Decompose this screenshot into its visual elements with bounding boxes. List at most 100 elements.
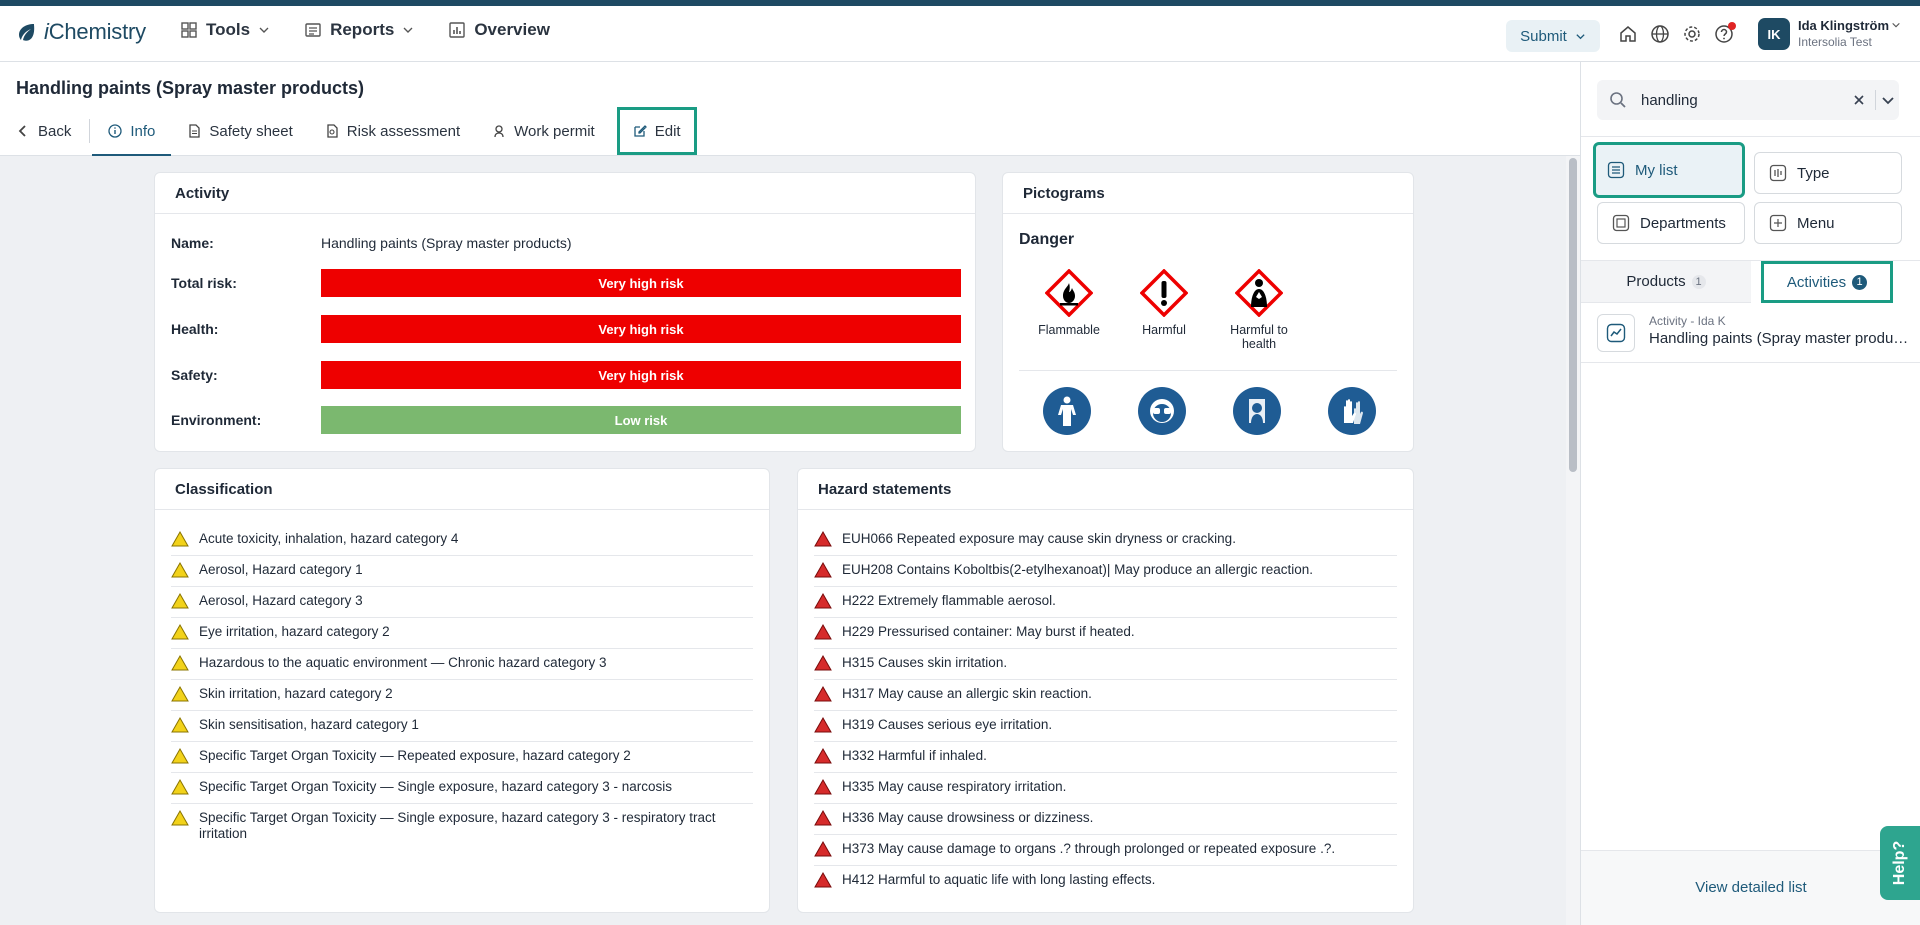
globe-icon[interactable]	[1650, 24, 1670, 44]
sidebar-tabs: Products 1 Activities 1	[1581, 261, 1920, 303]
result-meta: Activity - Ida K	[1649, 314, 1726, 328]
gear-icon[interactable]	[1682, 24, 1702, 44]
list-item-text: Eye irritation, hazard category 2	[199, 624, 390, 639]
nav-overview[interactable]: Overview	[448, 20, 550, 40]
row-label: Total risk:	[171, 275, 237, 291]
worker-icon	[494, 125, 504, 138]
chevron-down-icon[interactable]	[1881, 93, 1895, 107]
chevron-down-icon	[403, 27, 413, 33]
user-name[interactable]: Ida Klingström	[1798, 18, 1889, 33]
harmful-icon	[1140, 269, 1188, 317]
warning-yellow-icon	[171, 748, 189, 764]
info-icon	[108, 124, 123, 138]
list-item: H229 Pressurised container: May burst if…	[814, 618, 1397, 649]
pictograms-card-title: Pictograms	[1023, 185, 1105, 202]
report-icon	[305, 23, 321, 37]
chart-icon	[449, 22, 466, 38]
document-search-icon	[327, 124, 338, 138]
nav-tools-label: Tools	[206, 20, 251, 39]
search-input[interactable]	[1641, 90, 1841, 110]
help-icon[interactable]	[1714, 22, 1736, 44]
ghs-label: Harmful	[1142, 323, 1186, 337]
list-item-text: Skin irritation, hazard category 2	[199, 686, 393, 701]
list-item-text: EUH066 Repeated exposure may cause skin …	[842, 531, 1236, 546]
main-scrollbar-thumb[interactable]	[1569, 158, 1577, 472]
avatar[interactable]: IK	[1758, 18, 1790, 50]
list-item: Acute toxicity, inhalation, hazard categ…	[171, 525, 753, 556]
my-list-label: My list	[1635, 161, 1678, 179]
ghs-harmful: Harmful	[1119, 269, 1209, 337]
nav-reports[interactable]: Reports	[304, 20, 414, 40]
ghs-health-hazard: Harmful to health	[1214, 269, 1304, 351]
page-title: Handling paints (Spray master products)	[16, 78, 365, 98]
help-label: Help?	[1891, 840, 1909, 886]
safety-risk-row: Safety: Very high risk	[171, 361, 961, 389]
signal-word: Danger	[1019, 231, 1075, 248]
tab-work-permit-label: Work permit	[514, 122, 595, 140]
classification-card-title: Classification	[175, 481, 273, 498]
card-divider	[155, 213, 975, 214]
pictograms-card: Pictograms Danger Flammable Harmful Harm…	[1002, 172, 1414, 452]
list-item: H373 May cause damage to organs .? throu…	[814, 835, 1397, 866]
warning-yellow-icon	[171, 562, 189, 578]
help-button[interactable]: Help?	[1880, 826, 1920, 900]
grid-icon	[181, 22, 197, 38]
chevron-down-icon	[1576, 33, 1585, 39]
search-box	[1597, 80, 1899, 120]
safety-risk-bar: Very high risk	[321, 361, 961, 389]
departments-filter-label: Departments	[1640, 214, 1726, 232]
warning-red-icon	[814, 748, 832, 764]
edit-label: Edit	[654, 122, 681, 140]
type-filter-button[interactable]: Type	[1754, 152, 1902, 194]
submit-button[interactable]: Submit	[1506, 20, 1600, 52]
hazard-statements-list: EUH066 Repeated exposure may cause skin …	[814, 525, 1397, 897]
list-item-text: H315 Causes skin irritation.	[842, 655, 1008, 670]
list-item-text: Aerosol, Hazard category 3	[199, 593, 363, 608]
pictogram-divider	[1019, 370, 1397, 371]
tab-work-permit[interactable]: Work permit	[476, 106, 611, 156]
tab-activities-label: Activities	[1786, 273, 1847, 291]
goggles-icon	[1150, 399, 1174, 423]
view-detailed-list-link[interactable]: View detailed list	[1581, 879, 1920, 896]
logo-leaf-icon	[19, 24, 35, 41]
total-risk-bar: Very high risk	[321, 269, 961, 297]
sidebar-footer: View detailed list	[1581, 850, 1920, 925]
document-icon	[189, 124, 201, 138]
tab-safety-sheet[interactable]: Safety sheet	[171, 106, 308, 156]
environment-risk-bar: Low risk	[321, 406, 961, 434]
home-icon[interactable]	[1618, 24, 1638, 44]
app-logo[interactable]: iChemistry	[14, 19, 146, 45]
edit-button[interactable]: Edit	[616, 107, 697, 155]
close-icon[interactable]	[1851, 92, 1867, 108]
warning-yellow-icon	[171, 779, 189, 795]
departments-filter-button[interactable]: Departments	[1597, 202, 1745, 244]
chevron-down-icon[interactable]	[1891, 20, 1901, 30]
menu-filter-button[interactable]: Menu	[1754, 202, 1902, 244]
back-label: Back	[38, 122, 72, 140]
list-item-text: H336 May cause drowsiness or dizziness.	[842, 810, 1094, 825]
warning-yellow-icon	[171, 686, 189, 702]
list-item: H315 Causes skin irritation.	[814, 649, 1397, 680]
nav-tools[interactable]: Tools	[180, 20, 270, 40]
main-nav: Tools Reports Overview	[180, 20, 550, 40]
activity-name-value: Handling paints (Spray master products)	[321, 235, 572, 251]
list-item: Skin irritation, hazard category 2	[171, 680, 753, 711]
tab-info[interactable]: Info	[92, 106, 172, 156]
list-item: EUH066 Repeated exposure may cause skin …	[814, 525, 1397, 556]
sidebar-divider	[1581, 136, 1920, 137]
warning-red-icon	[814, 841, 832, 857]
tab-products[interactable]: Products 1	[1581, 261, 1751, 303]
row-label: Environment:	[171, 412, 262, 428]
gloves-icon	[1344, 399, 1363, 424]
warning-red-icon	[814, 593, 832, 609]
list-item-text: Aerosol, Hazard category 1	[199, 562, 363, 577]
tab-risk-assessment[interactable]: Risk assessment	[309, 106, 476, 156]
tab-safety-sheet-label: Safety sheet	[209, 122, 293, 140]
my-list-button[interactable]: My list	[1593, 142, 1745, 198]
list-item: H412 Harmful to aquatic life with long l…	[814, 866, 1397, 897]
tab-activities[interactable]: Activities 1	[1761, 261, 1893, 303]
list-item[interactable]: Activity - Ida K Handling paints (Spray …	[1581, 303, 1920, 363]
back-button[interactable]: Back	[0, 106, 87, 156]
chevron-left-icon	[18, 125, 26, 137]
ppe-goggles	[1138, 387, 1186, 435]
